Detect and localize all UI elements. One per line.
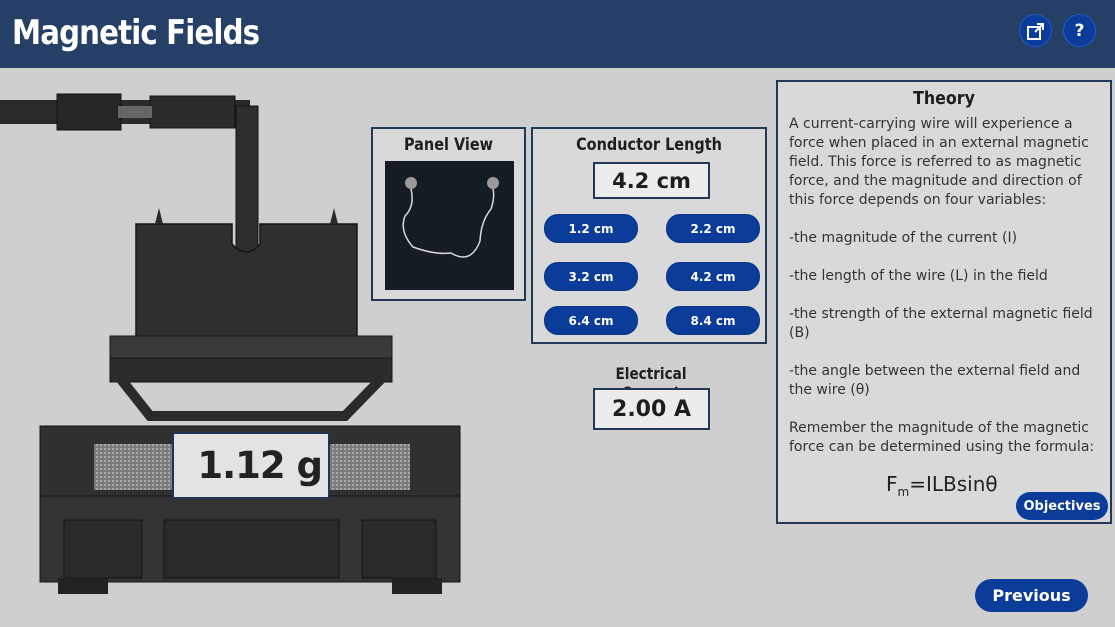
top-bar: Magnetic Fields ? [0, 0, 1115, 68]
electrical-current-value: 2.00 A [593, 388, 710, 430]
app-title: Magnetic Fields [12, 13, 260, 53]
length-option-8-4[interactable]: 8.4 cm [666, 306, 760, 335]
length-option-4-2[interactable]: 4.2 cm [666, 262, 760, 291]
scale-readout: 1.12 g [172, 432, 330, 499]
objectives-button[interactable]: Objectives [1016, 492, 1108, 520]
theory-variable-length: -the length of the wire (L) in the field [789, 268, 1048, 284]
length-option-3-2[interactable]: 3.2 cm [544, 262, 638, 291]
theory-panel: Theory A current-carrying wire will expe… [776, 80, 1112, 524]
formula-main: F [886, 472, 898, 496]
previous-button[interactable]: Previous [975, 579, 1088, 612]
formula-rest: =ILBsinθ [909, 472, 998, 496]
theory-title: Theory [913, 88, 975, 109]
conductor-length-value: 4.2 cm [593, 162, 710, 199]
wire-diagram [402, 177, 499, 258]
length-option-2-2[interactable]: 2.2 cm [666, 214, 760, 243]
length-option-6-4[interactable]: 6.4 cm [544, 306, 638, 335]
theory-text: A current-carrying wire will experience … [789, 115, 1107, 476]
panel-view: Panel View [371, 127, 526, 301]
length-option-1-2[interactable]: 1.2 cm [544, 214, 638, 243]
theory-paragraph: A current-carrying wire will experience … [789, 116, 1089, 208]
force-formula: Fm=ILBsinθ [886, 472, 998, 499]
wire-view-screen [385, 161, 514, 290]
conductor-length-panel: Conductor Length 4.2 cm 1.2 cm 2.2 cm 3.… [531, 127, 767, 344]
help-button[interactable]: ? [1063, 14, 1096, 47]
theory-formula-intro: Remember the magnitude of the magnetic f… [789, 420, 1095, 455]
popout-window-icon [1026, 22, 1044, 40]
formula-sub: m [897, 485, 910, 499]
theory-variable-field: -the strength of the external magnetic f… [789, 306, 1093, 341]
conductor-length-title: Conductor Length [576, 135, 722, 155]
popout-button[interactable] [1019, 14, 1052, 47]
panel-view-title: Panel View [403, 135, 494, 155]
theory-variable-current: -the magnitude of the current (I) [789, 230, 1018, 246]
theory-variable-angle: -the angle between the external field an… [789, 363, 1081, 398]
